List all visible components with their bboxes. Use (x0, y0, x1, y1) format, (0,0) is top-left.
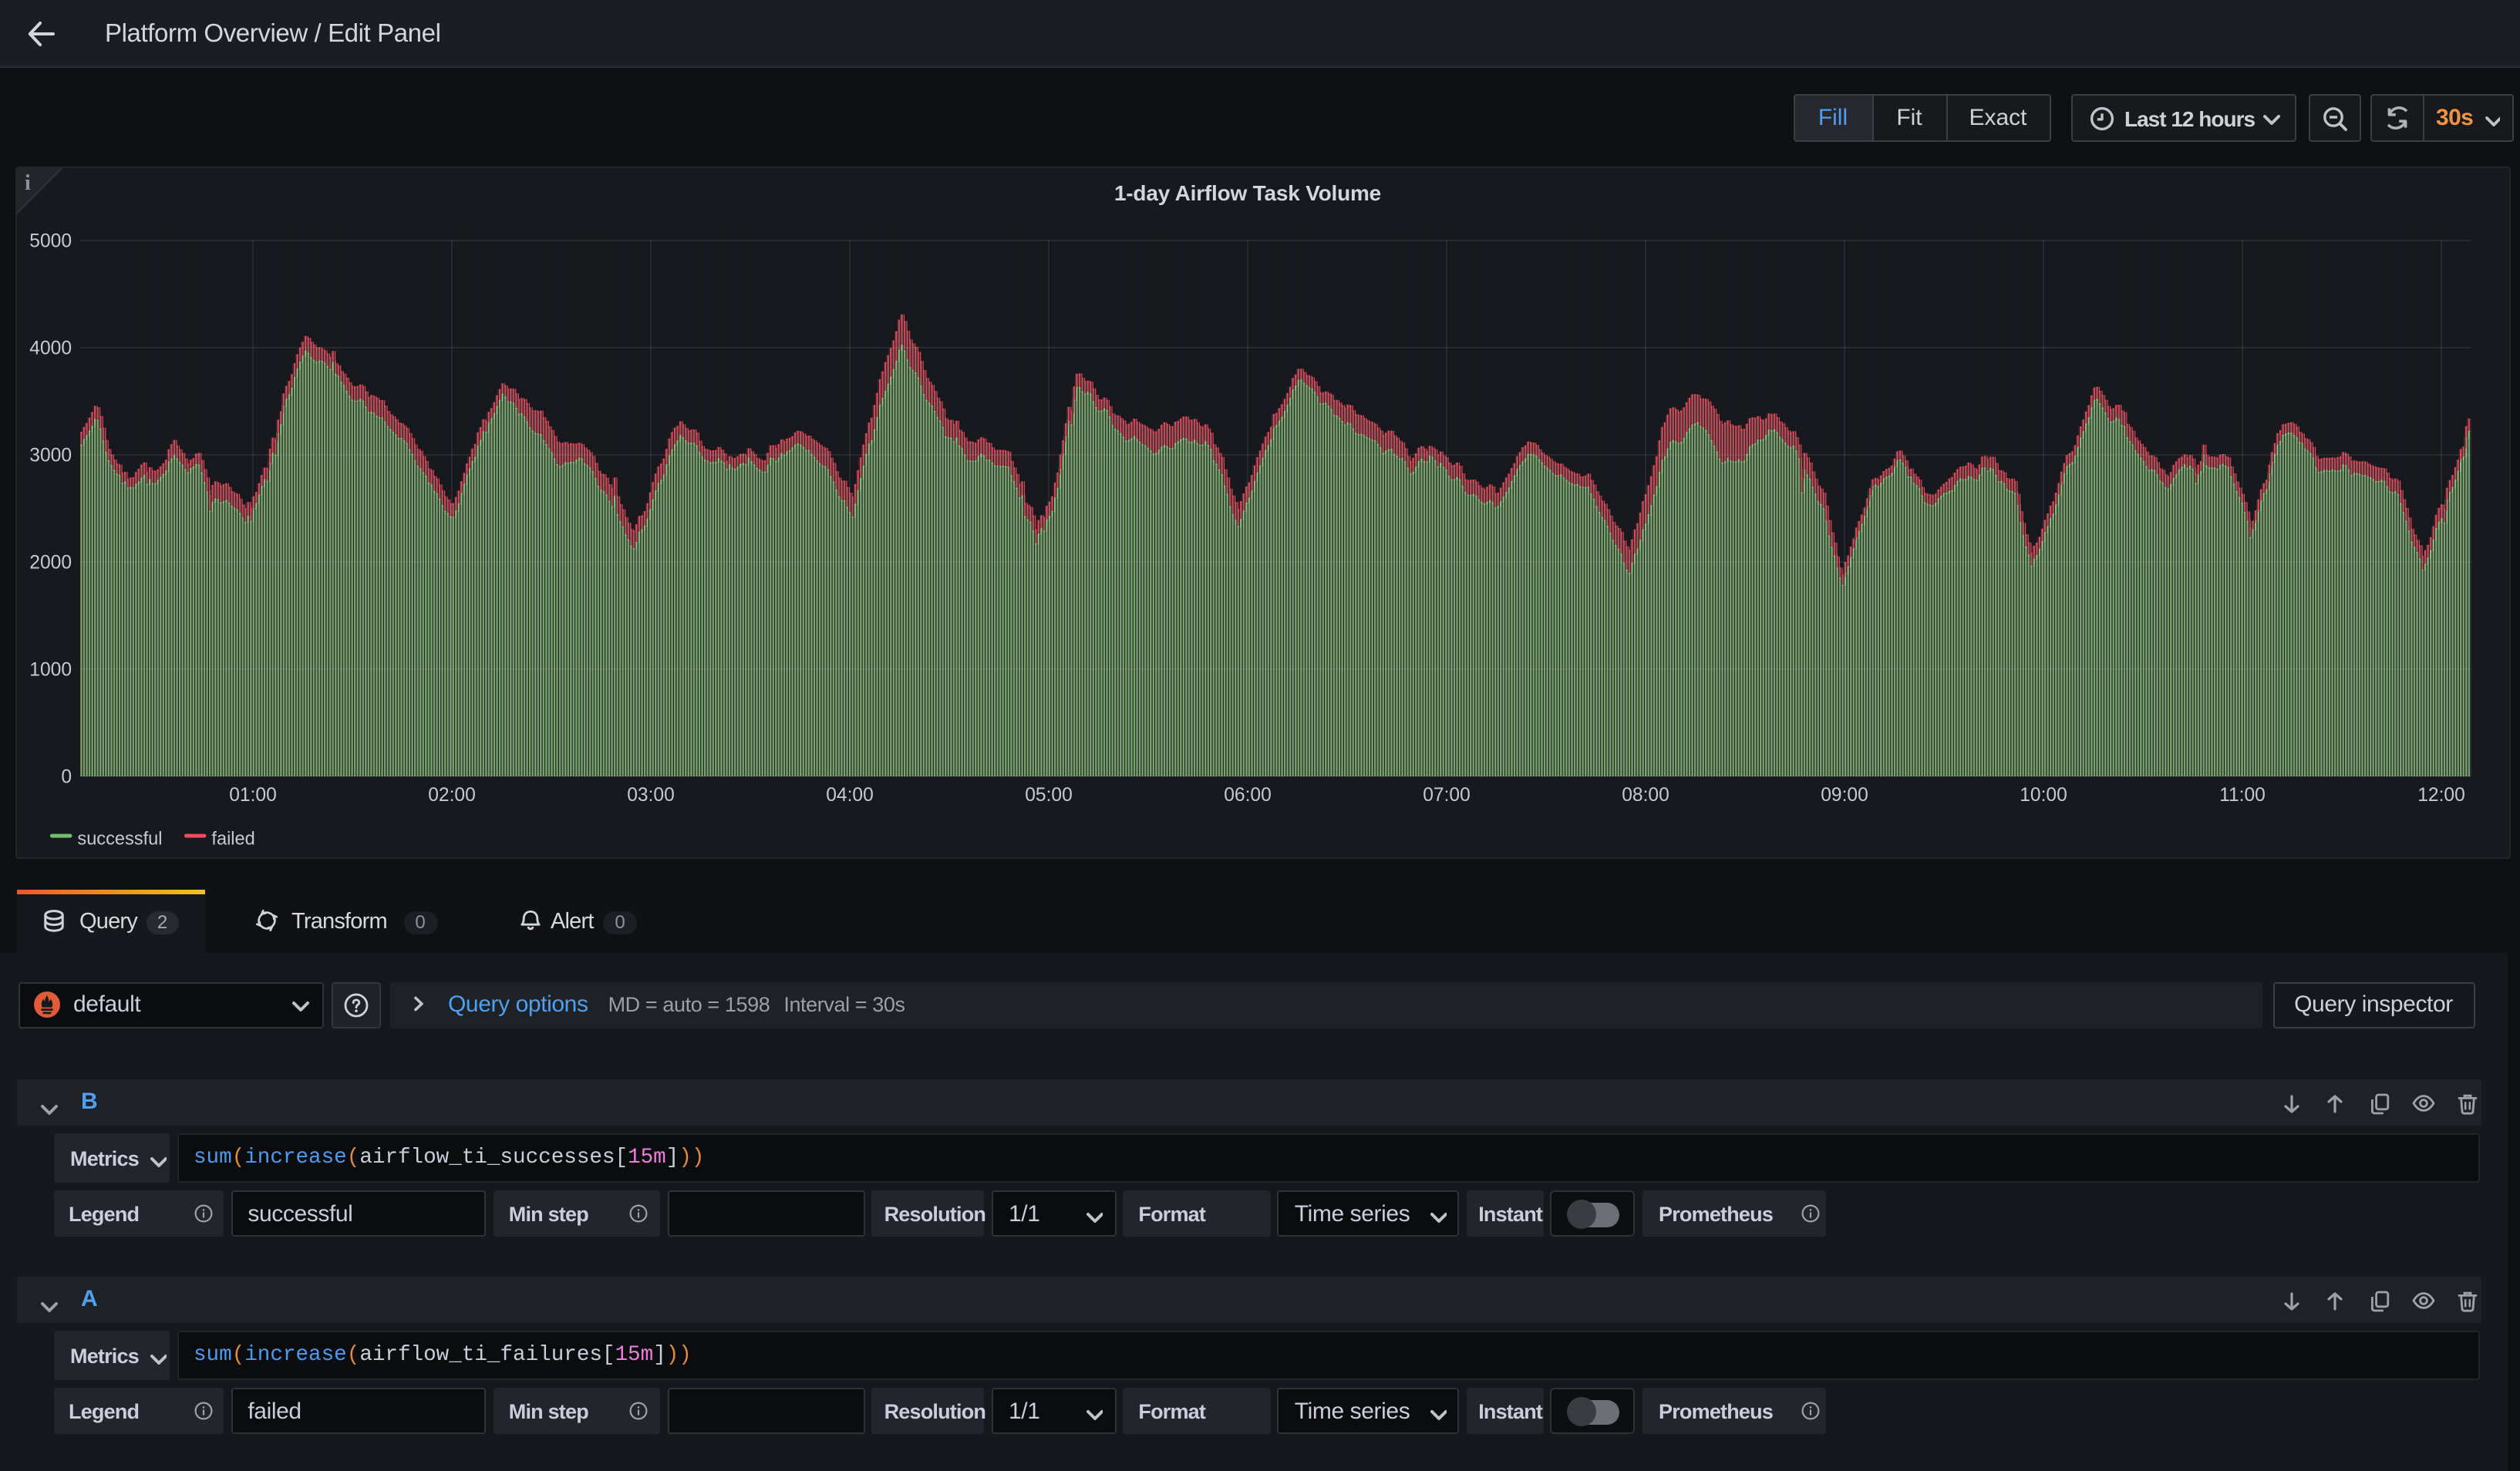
svg-text:2000: 2000 (29, 552, 72, 573)
svg-text:07:00: 07:00 (1423, 785, 1471, 806)
svg-text:04:00: 04:00 (826, 785, 874, 806)
svg-text:successful: successful (77, 830, 162, 850)
svg-text:08:00: 08:00 (1622, 785, 1669, 806)
svg-text:06:00: 06:00 (1224, 785, 1272, 806)
svg-text:01:00: 01:00 (229, 785, 277, 806)
svg-text:5000: 5000 (29, 231, 72, 251)
svg-text:3000: 3000 (29, 445, 72, 466)
svg-text:1000: 1000 (29, 659, 72, 680)
svg-text:failed: failed (211, 830, 254, 850)
svg-text:02:00: 02:00 (428, 785, 476, 806)
svg-text:10:00: 10:00 (2020, 785, 2067, 806)
svg-text:0: 0 (61, 766, 72, 787)
svg-text:03:00: 03:00 (627, 785, 675, 806)
svg-text:12:00: 12:00 (2417, 785, 2465, 806)
svg-text:05:00: 05:00 (1025, 785, 1073, 806)
svg-text:11:00: 11:00 (2219, 785, 2266, 806)
svg-text:4000: 4000 (29, 338, 72, 358)
svg-text:09:00: 09:00 (1821, 785, 1868, 806)
